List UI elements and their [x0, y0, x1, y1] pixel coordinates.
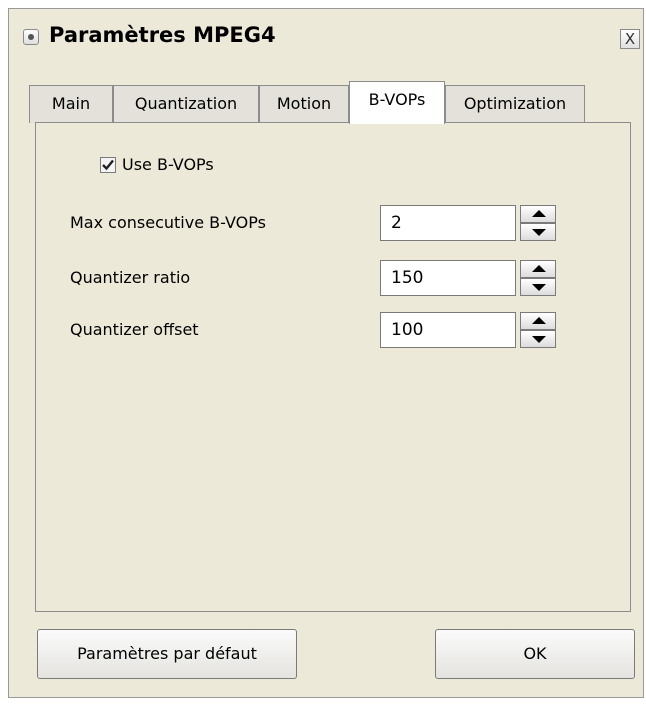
- quantizer-ratio-label: Quantizer ratio: [70, 268, 191, 287]
- max-consecutive-bvops-stepper: [520, 205, 556, 241]
- title-bar: Paramètres MPEG4 X: [9, 9, 643, 65]
- use-bvops-checkbox[interactable]: [100, 157, 116, 173]
- quantizer-offset-down-button[interactable]: [520, 330, 556, 348]
- max-consecutive-bvops-up-button[interactable]: [520, 205, 556, 223]
- mpeg4-settings-dialog: Paramètres MPEG4 X Main Quantization Mot…: [8, 8, 644, 698]
- quantizer-offset-up-button[interactable]: [520, 312, 556, 330]
- tab-main[interactable]: Main: [29, 85, 113, 123]
- quantizer-ratio-down-button[interactable]: [520, 278, 556, 296]
- tab-optimization[interactable]: Optimization: [445, 85, 585, 123]
- tab-bvops[interactable]: B-VOPs: [349, 81, 445, 124]
- system-menu-icon[interactable]: [23, 29, 39, 45]
- bvops-panel: Use B-VOPs Max consecutive B-VOPs 2 Quan…: [35, 122, 631, 612]
- dialog-title: Paramètres MPEG4: [49, 23, 276, 47]
- use-bvops-label[interactable]: Use B-VOPs: [122, 155, 214, 174]
- quantizer-ratio-input[interactable]: 150: [380, 260, 516, 296]
- tab-motion[interactable]: Motion: [259, 85, 349, 123]
- tab-quantization[interactable]: Quantization: [113, 85, 259, 123]
- max-consecutive-bvops-label: Max consecutive B-VOPs: [70, 213, 266, 232]
- ok-button[interactable]: OK: [435, 629, 635, 679]
- close-button[interactable]: X: [620, 29, 640, 49]
- checkmark-icon: [102, 159, 114, 171]
- quantizer-offset-label: Quantizer offset: [70, 320, 199, 339]
- max-consecutive-bvops-down-button[interactable]: [520, 223, 556, 241]
- quantizer-ratio-up-button[interactable]: [520, 260, 556, 278]
- max-consecutive-bvops-input[interactable]: 2: [380, 205, 516, 241]
- quantizer-offset-stepper: [520, 312, 556, 348]
- quantizer-ratio-stepper: [520, 260, 556, 296]
- default-settings-button[interactable]: Paramètres par défaut: [37, 629, 297, 679]
- quantizer-offset-input[interactable]: 100: [380, 312, 516, 348]
